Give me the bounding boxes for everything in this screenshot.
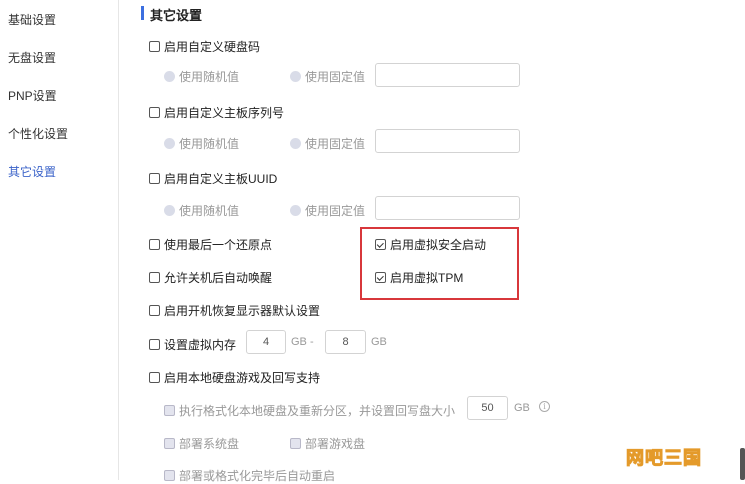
board-serial-random-option[interactable]: 使用随机值: [164, 135, 239, 152]
restore-display-checkbox[interactable]: [149, 305, 160, 316]
auto-restart-label: 部署或格式化完毕后自动重启: [179, 469, 336, 483]
auto-restart-option[interactable]: 部署或格式化完毕后自动重启: [164, 467, 335, 484]
format-disk-label: 执行格式化本地硬盘及重新分区，并设置回写盘大小: [179, 404, 456, 418]
settings-sidebar: 基础设置 无盘设置 PNP设置 个性化设置 其它设置: [0, 0, 119, 480]
watermark-logo: 网吧三国: [626, 448, 702, 469]
disk-code-checkbox[interactable]: [149, 41, 160, 52]
virtual-memory-min-unit: GB -: [291, 336, 314, 348]
disk-code-random-label: 使用随机值: [179, 70, 240, 84]
virtual-memory-min-input[interactable]: 4: [246, 330, 286, 354]
deploy-system-option[interactable]: 部署系统盘: [164, 435, 239, 452]
board-serial-option[interactable]: 启用自定义主板序列号: [149, 104, 284, 121]
virtual-memory-checkbox[interactable]: [149, 339, 160, 350]
virtual-memory-max-input[interactable]: 8: [325, 330, 366, 354]
sidebar-item-basic[interactable]: 基础设置: [8, 11, 56, 28]
virtual-memory-label: 设置虚拟内存: [164, 338, 237, 352]
local-disk-label: 启用本地硬盘游戏及回写支持: [164, 371, 321, 385]
scrollbar-thumb[interactable]: [740, 448, 745, 480]
board-uuid-label: 启用自定义主板UUID: [164, 172, 278, 186]
section-accent-bar: [141, 6, 144, 20]
auto-restart-checkbox[interactable]: [164, 470, 175, 481]
board-serial-fixed-option[interactable]: 使用固定值: [290, 135, 365, 152]
sidebar-item-pnp[interactable]: PNP设置: [8, 87, 57, 104]
disk-code-random-option[interactable]: 使用随机值: [164, 68, 239, 85]
format-disk-checkbox[interactable]: [164, 405, 175, 416]
virtual-memory-max-unit: GB: [371, 336, 387, 348]
disk-code-random-radio[interactable]: [164, 71, 175, 82]
writeback-size-unit: GB: [514, 402, 530, 414]
wake-after-shutdown-checkbox[interactable]: [149, 272, 160, 283]
local-disk-option[interactable]: 启用本地硬盘游戏及回写支持: [149, 369, 320, 386]
board-uuid-checkbox[interactable]: [149, 173, 160, 184]
sidebar-item-diskless[interactable]: 无盘设置: [8, 49, 56, 66]
board-serial-checkbox[interactable]: [149, 107, 160, 118]
board-uuid-random-label: 使用随机值: [179, 204, 240, 218]
deploy-game-checkbox[interactable]: [290, 438, 301, 449]
board-serial-random-radio[interactable]: [164, 138, 175, 149]
restore-display-option[interactable]: 启用开机恢复显示器默认设置: [149, 302, 320, 319]
last-restore-point-option[interactable]: 使用最后一个还原点: [149, 236, 272, 253]
disk-code-fixed-label: 使用固定值: [305, 70, 366, 84]
disk-code-fixed-option[interactable]: 使用固定值: [290, 68, 365, 85]
deploy-game-option[interactable]: 部署游戏盘: [290, 435, 365, 452]
board-uuid-input[interactable]: [375, 196, 520, 220]
board-serial-random-label: 使用随机值: [179, 137, 240, 151]
wake-after-shutdown-option[interactable]: 允许关机后自动唤醒: [149, 269, 272, 286]
deploy-game-label: 部署游戏盘: [305, 437, 366, 451]
disk-code-option[interactable]: 启用自定义硬盘码: [149, 38, 260, 55]
sidebar-item-personalization[interactable]: 个性化设置: [8, 125, 68, 142]
board-uuid-random-option[interactable]: 使用随机值: [164, 202, 239, 219]
board-uuid-fixed-label: 使用固定值: [305, 204, 366, 218]
local-disk-checkbox[interactable]: [149, 372, 160, 383]
restore-display-label: 启用开机恢复显示器默认设置: [164, 304, 321, 318]
wake-after-shutdown-label: 允许关机后自动唤醒: [164, 271, 273, 285]
virtual-memory-option[interactable]: 设置虚拟内存: [149, 336, 236, 353]
section-title: 其它设置: [150, 8, 203, 23]
sidebar-item-other[interactable]: 其它设置: [8, 163, 56, 180]
deploy-system-label: 部署系统盘: [179, 437, 240, 451]
board-uuid-option[interactable]: 启用自定义主板UUID: [149, 170, 277, 187]
last-restore-point-checkbox[interactable]: [149, 239, 160, 250]
info-icon[interactable]: i: [539, 401, 550, 412]
board-uuid-fixed-radio[interactable]: [290, 205, 301, 216]
board-serial-input[interactable]: [375, 129, 520, 153]
board-uuid-random-radio[interactable]: [164, 205, 175, 216]
board-serial-label: 启用自定义主板序列号: [164, 106, 285, 120]
writeback-size-input[interactable]: 50: [467, 396, 508, 420]
board-serial-fixed-radio[interactable]: [290, 138, 301, 149]
board-uuid-fixed-option[interactable]: 使用固定值: [290, 202, 365, 219]
deploy-system-checkbox[interactable]: [164, 438, 175, 449]
highlight-annotation-box: [360, 227, 519, 300]
format-disk-option[interactable]: 执行格式化本地硬盘及重新分区，并设置回写盘大小: [164, 402, 455, 419]
last-restore-point-label: 使用最后一个还原点: [164, 238, 273, 252]
disk-code-label: 启用自定义硬盘码: [164, 40, 261, 54]
disk-code-fixed-radio[interactable]: [290, 71, 301, 82]
disk-code-input[interactable]: [375, 63, 520, 87]
board-serial-fixed-label: 使用固定值: [305, 137, 366, 151]
